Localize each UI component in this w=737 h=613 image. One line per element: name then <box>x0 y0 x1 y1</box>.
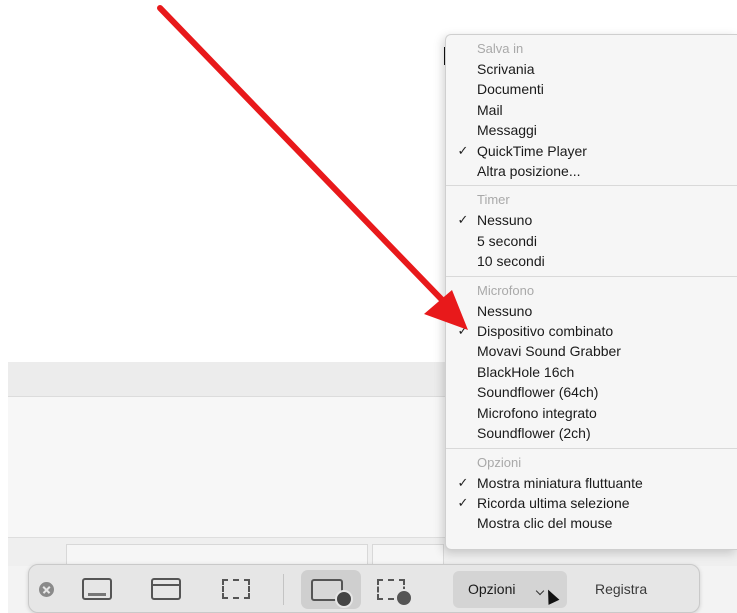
capture-entire-screen-icon <box>82 578 112 600</box>
menu-item[interactable]: BlackHole 16ch <box>446 362 737 382</box>
menu-section-header: Opzioni <box>477 454 522 470</box>
toolbar-separator <box>283 574 284 605</box>
options-button[interactable]: Opzioni <box>453 571 567 608</box>
menu-item[interactable]: Movavi Sound Grabber <box>446 341 737 361</box>
checkmark-icon: ✓ <box>457 212 469 228</box>
record-button[interactable]: Registra <box>595 581 647 597</box>
menu-item-label: Soundflower (64ch) <box>477 384 599 401</box>
options-button-label: Opzioni <box>468 581 516 597</box>
menu-item-label: QuickTime Player <box>477 142 587 159</box>
menu-item-label: 10 secondi <box>477 253 545 270</box>
menu-item[interactable]: Documenti <box>446 79 737 99</box>
menu-section: Timer ✓ Nessuno 5 secondi 10 secondi <box>446 185 737 275</box>
menu-item[interactable]: ✓ Mostra miniatura fluttuante <box>446 473 737 493</box>
menu-item-label: Altra posizione... <box>477 163 581 180</box>
screenshot-toolbar: Opzioni Registra <box>28 564 700 613</box>
menu-item[interactable]: Soundflower (64ch) <box>446 382 737 402</box>
menu-item-label: Nessuno <box>477 302 533 319</box>
menu-item-label: Dispositivo combinato <box>477 323 614 340</box>
menu-item-label: Movavi Sound Grabber <box>477 343 621 360</box>
capture-entire-screen-button[interactable] <box>80 576 116 603</box>
menu-item-label: BlackHole 16ch <box>477 363 575 380</box>
menu-item-label: 5 secondi <box>477 232 537 249</box>
menu-item-label: Mostra miniatura fluttuante <box>477 474 643 491</box>
menu-item[interactable]: 10 secondi <box>446 251 737 271</box>
menu-section: Opzioni ✓ Mostra miniatura fluttuante ✓ Rico… <box>446 447 737 538</box>
menu-item[interactable]: Mostra clic del mouse <box>446 513 737 533</box>
menu-section: Microfono Nessuno ✓ Dispositivo combinato Mo… <box>446 275 737 448</box>
menu-item-label: Messaggi <box>477 122 537 139</box>
menu-item[interactable]: Soundflower (2ch) <box>446 423 737 443</box>
menu-item[interactable]: Nessuno <box>446 301 737 321</box>
menu-item-label: Nessuno <box>477 212 533 229</box>
menu-section: Salva in Scrivania Documenti Mail Messaggi ✓ Q… <box>446 35 737 185</box>
checkmark-icon: ✓ <box>457 474 469 490</box>
menu-item[interactable]: ✓ Ricorda ultima selezione <box>446 493 737 513</box>
menu-item-label: Soundflower (2ch) <box>477 425 591 442</box>
menu-item[interactable]: Messaggi <box>446 120 737 140</box>
menu-item-label: Scrivania <box>477 61 535 77</box>
menu-section-header: Timer <box>477 192 510 208</box>
menu-item-label: Mostra clic del mouse <box>477 515 613 532</box>
record-dot-icon <box>335 590 353 608</box>
menu-item[interactable]: 5 secondi <box>446 231 737 251</box>
menu-item-label: Microfono integrato <box>477 404 597 421</box>
mouse-pointer-icon <box>542 587 560 605</box>
menu-item-label: Mail <box>477 101 503 118</box>
capture-selection-icon <box>222 579 250 599</box>
menu-section-header: Salva in <box>477 41 524 56</box>
menu-item[interactable]: Scrivania <box>446 59 737 79</box>
capture-selection-button[interactable] <box>219 576 255 603</box>
menu-item[interactable]: ✓ Nessuno <box>446 210 737 230</box>
record-selection-button[interactable] <box>373 576 413 607</box>
menu-item[interactable]: ✓ Dispositivo combinato <box>446 321 737 341</box>
annotation-arrow-shaft <box>157 5 451 309</box>
menu-item[interactable]: ✓ QuickTime Player <box>446 141 737 161</box>
options-menu: Salva in Scrivania Documenti Mail Messaggi ✓ Q… <box>445 34 737 550</box>
capture-window-icon <box>151 578 181 600</box>
capture-window-button[interactable] <box>149 576 185 603</box>
menu-item[interactable]: Mail <box>446 100 737 120</box>
record-entire-screen-button[interactable] <box>301 570 361 609</box>
checkmark-icon: ✓ <box>457 142 469 158</box>
record-dot-icon <box>395 589 413 607</box>
close-icon[interactable] <box>39 582 54 597</box>
menu-item-label: Ricorda ultima selezione <box>477 494 630 511</box>
menu-section-header: Microfono <box>477 282 535 298</box>
checkmark-icon: ✓ <box>457 323 469 339</box>
checkmark-icon: ✓ <box>457 494 469 510</box>
menu-item[interactable]: Microfono integrato <box>446 403 737 423</box>
menu-item-label: Documenti <box>477 81 544 98</box>
menu-item[interactable]: Altra posizione... <box>446 161 737 181</box>
